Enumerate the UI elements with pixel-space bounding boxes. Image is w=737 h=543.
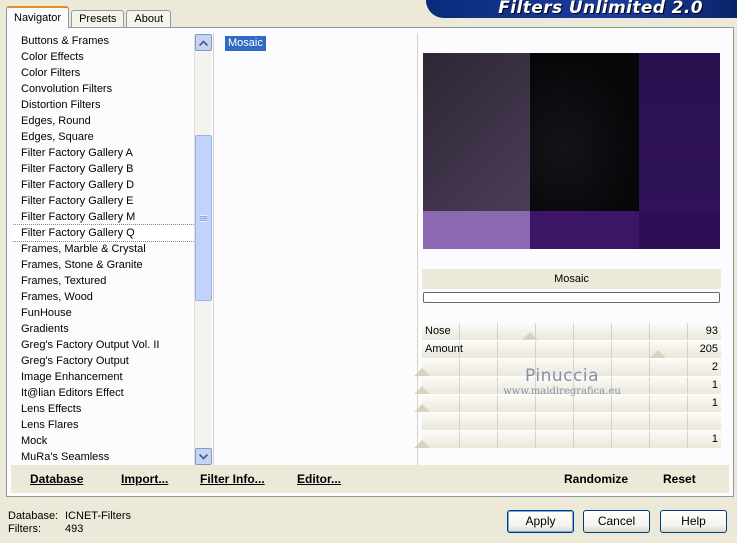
scroll-up-button[interactable]: [195, 34, 212, 51]
parameter-slider[interactable]: 1: [414, 377, 721, 395]
filter-name-label: Mosaic: [422, 269, 721, 289]
import-button[interactable]: Import...: [121, 472, 168, 486]
progress-bar: [423, 292, 720, 303]
slider-marker[interactable]: [650, 350, 666, 358]
slider-marker[interactable]: [414, 386, 430, 394]
slider-marker[interactable]: [414, 404, 430, 412]
tab-about[interactable]: About: [126, 10, 172, 28]
banner-title: Filters Unlimited 2.0: [498, 0, 703, 18]
parameter-label: Amount: [425, 343, 463, 355]
category-item[interactable]: Lens Flares: [13, 417, 199, 433]
parameter-list: Nose 93 Amount 205 2 1 1 1: [414, 323, 721, 449]
parameter-slider[interactable]: Nose 93: [422, 323, 721, 341]
category-item[interactable]: Convolution Filters: [13, 81, 199, 97]
parameter-value: 205: [699, 343, 718, 355]
category-item[interactable]: Mock: [13, 433, 199, 449]
slider-marker[interactable]: [522, 332, 538, 340]
category-item[interactable]: Lens Effects: [13, 401, 199, 417]
preview-image: [423, 53, 720, 249]
parameter-value: 2: [711, 361, 718, 373]
category-item[interactable]: Frames, Stone & Granite: [13, 257, 199, 273]
apply-button[interactable]: Apply: [507, 510, 574, 533]
chevron-up-icon: [199, 39, 208, 46]
cancel-button[interactable]: Cancel: [583, 510, 650, 533]
filter-info-button[interactable]: Filter Info...: [200, 472, 265, 486]
editor-button[interactable]: Editor...: [297, 472, 341, 486]
category-item[interactable]: Buttons & Frames: [13, 33, 199, 49]
tab-bar: Navigator Presets About: [6, 6, 173, 28]
category-item[interactable]: MuRa's Seamless: [13, 449, 199, 465]
category-item[interactable]: It@lian Editors Effect: [13, 385, 199, 401]
slider-marker[interactable]: [414, 368, 430, 376]
category-item[interactable]: Greg's Factory Output: [13, 353, 199, 369]
grip-icon: [200, 214, 207, 222]
parameter-value: 1: [711, 397, 718, 409]
scroll-thumb[interactable]: [195, 135, 212, 301]
category-list[interactable]: Buttons & Frames Color Effects Color Filte…: [13, 33, 199, 466]
filter-list: Mosaic: [225, 36, 415, 51]
parameter-label: Nose: [425, 325, 451, 337]
preview-panel: Mosaic Nose 93 Amount 205 2 1 1 1: [414, 33, 722, 468]
category-item[interactable]: Frames, Wood: [13, 289, 199, 305]
parameter-slider[interactable]: [422, 413, 721, 431]
category-item[interactable]: Color Filters: [13, 65, 199, 81]
filters-value: 493: [65, 523, 84, 535]
category-item[interactable]: Color Effects: [13, 49, 199, 65]
category-item[interactable]: Filter Factory Gallery Q: [13, 224, 199, 242]
help-button[interactable]: Help: [660, 510, 727, 533]
navigator-toolbar: Database Import... Filter Info... Editor…: [11, 465, 729, 493]
category-item[interactable]: Filter Factory Gallery E: [13, 193, 199, 209]
parameter-slider[interactable]: 2: [414, 359, 721, 377]
category-item[interactable]: Filter Factory Gallery M: [13, 209, 199, 225]
divider: [213, 33, 214, 466]
category-item[interactable]: Edges, Square: [13, 129, 199, 145]
tab-navigator[interactable]: Navigator: [6, 6, 70, 28]
parameter-value: 1: [711, 433, 718, 445]
category-item[interactable]: Filter Factory Gallery B: [13, 161, 199, 177]
filter-item-mosaic[interactable]: Mosaic: [225, 36, 266, 51]
category-item[interactable]: Greg's Factory Output Vol. II: [13, 337, 199, 353]
category-item[interactable]: Frames, Marble & Crystal: [13, 241, 199, 257]
scroll-down-button[interactable]: [195, 448, 212, 465]
category-item[interactable]: Distortion Filters: [13, 97, 199, 113]
category-item[interactable]: Edges, Round: [13, 113, 199, 129]
category-item[interactable]: Gradients: [13, 321, 199, 337]
tab-presets[interactable]: Presets: [71, 10, 125, 28]
chevron-down-icon: [199, 453, 208, 460]
parameter-slider[interactable]: 1: [414, 431, 721, 449]
category-item[interactable]: FunHouse: [13, 305, 199, 321]
category-item[interactable]: Filter Factory Gallery D: [13, 177, 199, 193]
database-button[interactable]: Database: [30, 472, 83, 486]
parameter-value: 93: [705, 325, 718, 337]
slider-marker[interactable]: [414, 440, 430, 448]
navigator-panel: Buttons & Frames Color Effects Color Filte…: [6, 27, 734, 497]
divider: [417, 33, 418, 466]
randomize-button[interactable]: Randomize: [564, 472, 628, 486]
category-scrollbar[interactable]: [194, 34, 212, 465]
title-banner: Filters Unlimited 2.0: [426, 0, 737, 18]
parameter-slider[interactable]: 1: [414, 395, 721, 413]
parameter-value: 1: [711, 379, 718, 391]
category-item[interactable]: Frames, Textured: [13, 273, 199, 289]
filters-label: Filters:: [8, 523, 41, 535]
database-label: Database:: [8, 510, 59, 522]
parameter-slider[interactable]: Amount 205: [422, 341, 721, 359]
database-value: ICNET-Filters: [65, 510, 131, 522]
category-item[interactable]: Image Enhancement: [13, 369, 199, 385]
category-item[interactable]: Filter Factory Gallery A: [13, 145, 199, 161]
footer-info: Database: ICNET-Filters Filters: 493: [8, 510, 131, 536]
reset-button[interactable]: Reset: [663, 472, 696, 486]
